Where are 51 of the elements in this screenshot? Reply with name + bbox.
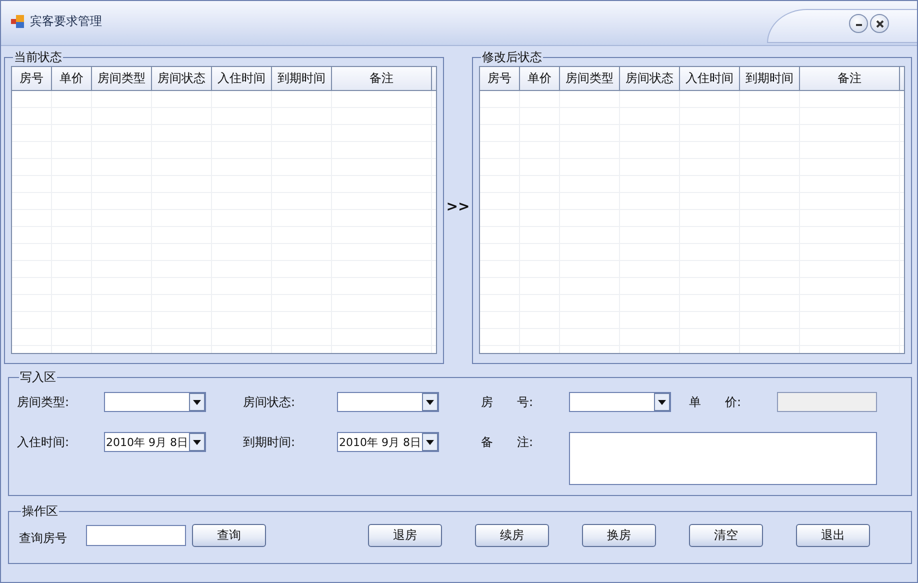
column-header[interactable]: 单价 <box>520 67 560 90</box>
action-button[interactable]: 清空 <box>689 524 763 547</box>
dropdown-icon[interactable] <box>654 393 670 411</box>
close-button[interactable] <box>870 14 889 33</box>
close-icon[interactable] <box>876 20 884 28</box>
column-header[interactable]: 备注 <box>332 67 432 90</box>
column-header[interactable]: 单价 <box>52 67 92 90</box>
column-header[interactable]: 到期时间 <box>272 67 332 90</box>
dropdown-icon[interactable] <box>422 393 438 411</box>
dropdown-field[interactable] <box>569 392 671 412</box>
field-label: 房间类型: <box>17 394 70 411</box>
field-label: 备 注: <box>481 434 534 451</box>
input-field[interactable] <box>86 525 186 546</box>
dropdown-icon[interactable] <box>189 433 205 451</box>
column-header[interactable]: 房间类型 <box>560 67 620 90</box>
input-field[interactable] <box>777 392 877 412</box>
window-title: 宾客要求管理 <box>30 12 102 30</box>
field-label: 房 号: <box>481 394 534 411</box>
column-header[interactable]: 备注 <box>800 67 900 90</box>
column-header[interactable]: 房间状态 <box>152 67 212 90</box>
dropdown-field[interactable] <box>104 392 206 412</box>
app-icon <box>11 14 25 28</box>
group-title: 修改后状态 <box>481 50 543 64</box>
field-label: 单 价: <box>689 394 742 411</box>
action-button[interactable]: 退出 <box>796 524 870 547</box>
column-header[interactable]: 到期时间 <box>740 67 800 90</box>
transfer-label: >> <box>445 199 471 215</box>
column-header[interactable]: 房号 <box>480 67 520 90</box>
minimize-button[interactable] <box>849 14 868 33</box>
group-title: 写入区 <box>19 370 57 384</box>
dropdown-field[interactable]: 2010年 9月 8日 <box>337 432 439 452</box>
field-label: 入住时间: <box>17 434 70 451</box>
column-header[interactable]: 入住时间 <box>212 67 272 90</box>
field-label: 房间状态: <box>243 394 296 411</box>
action-button[interactable]: 退房 <box>368 524 442 547</box>
dropdown-icon[interactable] <box>422 433 438 451</box>
dropdown-field[interactable]: 2010年 9月 8日 <box>104 432 206 452</box>
column-header[interactable]: 房间类型 <box>92 67 152 90</box>
dropdown-icon[interactable] <box>189 393 205 411</box>
action-button[interactable]: 换房 <box>582 524 656 547</box>
dropdown-field[interactable] <box>337 392 439 412</box>
column-header[interactable]: 房号 <box>12 67 52 90</box>
action-button[interactable]: 续房 <box>475 524 549 547</box>
group-title: 操作区 <box>21 504 59 518</box>
field-label: 查询房号 <box>19 530 68 547</box>
column-header[interactable]: 房间状态 <box>620 67 680 90</box>
field-label: 到期时间: <box>243 434 296 451</box>
action-button[interactable]: 查询 <box>192 524 266 547</box>
column-header[interactable]: 入住时间 <box>680 67 740 90</box>
group-title: 当前状态 <box>13 50 63 64</box>
text-area[interactable] <box>569 432 877 485</box>
